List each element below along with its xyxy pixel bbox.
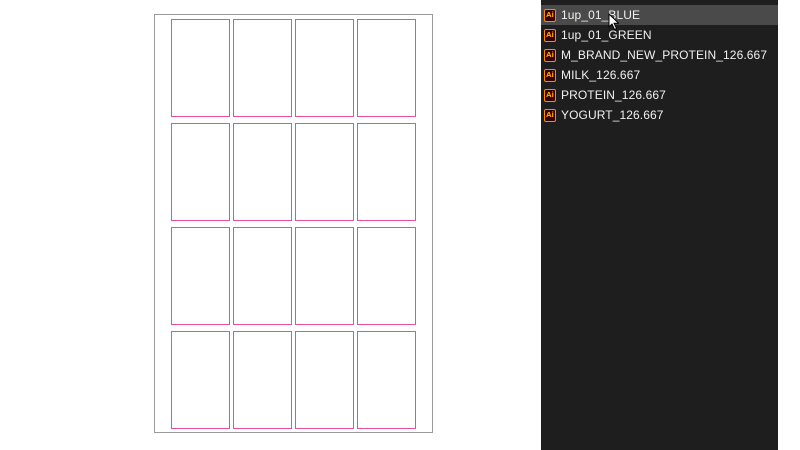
ai-file-icon: Ai: [544, 68, 556, 82]
file-item-label: MILK_126.667: [561, 68, 641, 82]
file-item-label: YOGURT_126.667: [561, 108, 664, 122]
artboard-cell[interactable]: [233, 227, 292, 325]
artboard-cell[interactable]: [233, 19, 292, 117]
artboard-cell[interactable]: [171, 331, 230, 429]
file-item-label: 1up_01_BLUE: [561, 8, 641, 22]
artboard-cell[interactable]: [295, 19, 354, 117]
ai-file-icon: Ai: [544, 88, 556, 102]
artboard-cell[interactable]: [295, 227, 354, 325]
ai-file-icon: Ai: [544, 108, 556, 122]
mouse-cursor-icon: [608, 13, 619, 30]
artboard-cell[interactable]: [171, 19, 230, 117]
window-edge: [778, 0, 800, 450]
artboard-cell[interactable]: [357, 19, 416, 117]
file-item-label: 1up_01_GREEN: [561, 28, 652, 42]
file-item[interactable]: Ai PROTEIN_126.667: [541, 85, 778, 105]
file-item[interactable]: Ai M_BRAND_NEW_PROTEIN_126.667: [541, 45, 778, 65]
file-item[interactable]: Ai 1up_01_BLUE: [541, 5, 778, 25]
file-item[interactable]: Ai 1up_01_GREEN: [541, 25, 778, 45]
ai-file-icon: Ai: [544, 8, 556, 22]
file-item[interactable]: Ai MILK_126.667: [541, 65, 778, 85]
file-item-label: M_BRAND_NEW_PROTEIN_126.667: [561, 48, 768, 62]
artboard-cell[interactable]: [233, 331, 292, 429]
artboard[interactable]: [154, 14, 433, 433]
ai-file-icon: Ai: [544, 28, 556, 42]
artboard-cell[interactable]: [295, 123, 354, 221]
ai-file-icon: Ai: [544, 48, 556, 62]
artboard-cell[interactable]: [357, 227, 416, 325]
file-item[interactable]: Ai YOGURT_126.667: [541, 105, 778, 125]
artboard-cell[interactable]: [357, 331, 416, 429]
artboard-cell[interactable]: [295, 331, 354, 429]
artboard-cell[interactable]: [171, 123, 230, 221]
artboard-cell[interactable]: [171, 227, 230, 325]
artboard-cell[interactable]: [233, 123, 292, 221]
file-list-panel: Ai 1up_01_BLUE Ai 1up_01_GREEN Ai M_BRAN…: [541, 0, 778, 450]
file-item-label: PROTEIN_126.667: [561, 88, 666, 102]
document-canvas[interactable]: [0, 0, 541, 450]
artboard-cell[interactable]: [357, 123, 416, 221]
